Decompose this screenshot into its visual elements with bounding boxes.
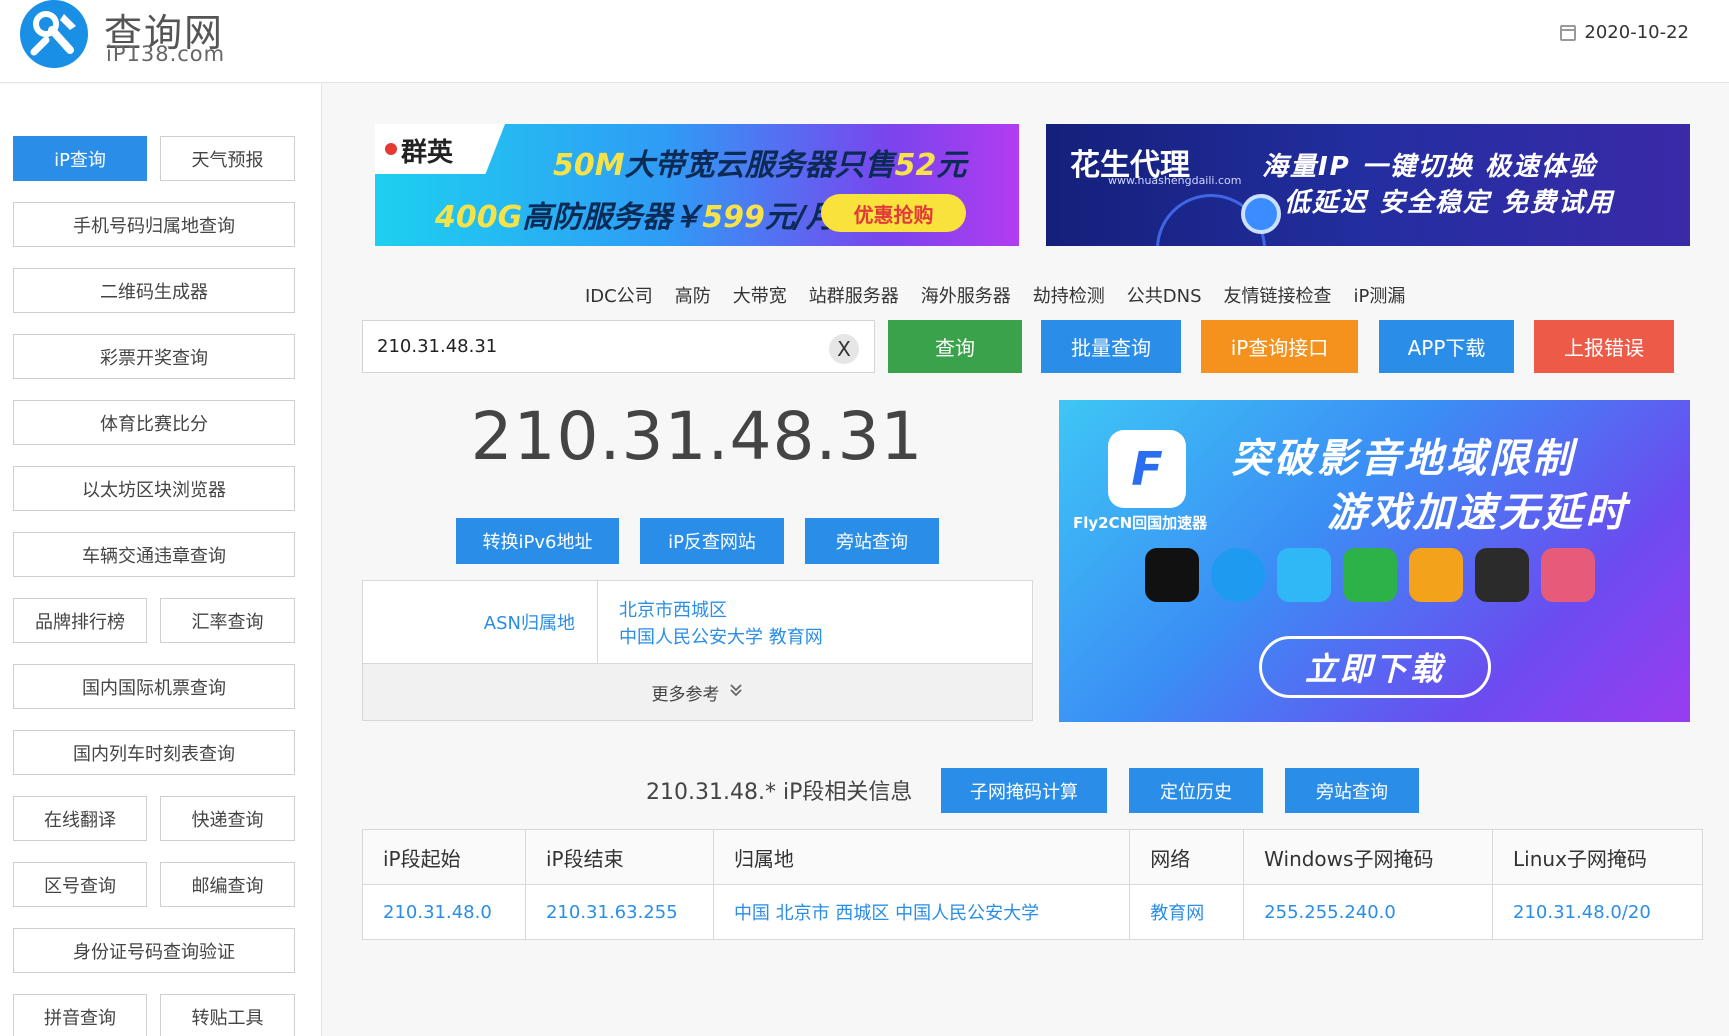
sidebar-item-express[interactable]: 快递查询 [160,796,295,841]
table-header-row: iP段起始 iP段结束 归属地 网络 Windows子网掩码 Linux子网掩码 [362,829,1703,885]
sidebar-item-exchange[interactable]: 汇率查询 [160,598,295,643]
chevron-down-icon [728,682,744,702]
sidebar-item-pinyin[interactable]: 拼音查询 [13,994,147,1036]
qunying-line2: 400G高防服务器￥599元/月 [435,200,836,235]
sidebar-item-zipcode[interactable]: 邮编查询 [160,862,295,907]
qunying-line1: 50M大带宽云服务器只售52元 [553,148,967,183]
header: 查询网 iP138.com 2020-10-22 [0,0,1729,83]
bilibili-icon [1277,548,1331,602]
anime-game-icon [1541,548,1595,602]
sidebar-item-weather[interactable]: 天气预报 [160,136,295,181]
cell-windows-mask[interactable]: 255.255.240.0 [1243,884,1494,940]
game-app-icon [1475,548,1529,602]
ad-banner-qunying[interactable]: 群英 50M大带宽云服务器只售52元 400G高防服务器￥599元/月 优惠抢购 [375,124,1019,246]
video-app-icon [1211,548,1265,602]
cell-ip-start[interactable]: 210.31.48.0 [362,884,526,940]
sidebar: iP查询 天气预报 手机号码归属地查询 二维码生成器 彩票开奖查询 体育比赛比分… [0,84,322,1036]
fly2cn-app-name: Fly2CN回国加速器 [1073,514,1208,532]
sidebar-item-traffic[interactable]: 车辆交通违章查询 [13,532,295,577]
side-site-button[interactable]: 旁站查询 [805,518,939,564]
fly2cn-download-button[interactable]: 立即下载 [1259,636,1491,698]
nav-link-check[interactable]: 友情链接检查 [1224,282,1332,308]
huasheng-url: www.huashengdaili.com [1108,174,1242,187]
batch-query-button[interactable]: 批量查询 [1041,320,1181,373]
fly2cn-line1: 突破影音地域限制 [1231,436,1575,482]
qunying-logo-icon [385,136,397,160]
segment-table: iP段起始 iP段结束 归属地 网络 Windows子网掩码 Linux子网掩码… [362,829,1703,940]
tiktok-icon [1145,548,1199,602]
col-network: 网络 [1129,829,1245,885]
asn-label[interactable]: ASN归属地 [363,581,598,663]
ad-banner-huasheng[interactable]: 花生代理 www.huashengdaili.com 海量IP 一键切换 极速体… [1046,124,1690,246]
sidebar-item-trains[interactable]: 国内列车时刻表查询 [13,730,295,775]
query-button[interactable]: 查询 [888,320,1022,373]
sidebar-item-phone[interactable]: 手机号码归属地查询 [13,202,295,247]
qunying-cta-button[interactable]: 优惠抢购 [821,194,966,232]
result-ip: 210.31.48.31 [470,398,924,475]
sidebar-item-ip-query[interactable]: iP查询 [13,136,147,181]
col-ip-start: iP段起始 [362,829,526,885]
sidebar-item-translate[interactable]: 在线翻译 [13,796,147,841]
search-box: X [362,320,875,373]
logo-tools-icon[interactable] [20,0,88,68]
report-error-button[interactable]: 上报错误 [1534,320,1674,373]
app-download-button[interactable]: APP下载 [1379,320,1514,373]
segment-side-site-button[interactable]: 旁站查询 [1285,768,1419,813]
location-history-button[interactable]: 定位历史 [1129,768,1263,813]
nav-overseas-server[interactable]: 海外服务器 [921,282,1011,308]
sidebar-item-areacode[interactable]: 区号查询 [13,862,147,907]
sidebar-item-idcard[interactable]: 身份证号码查询验证 [13,928,295,973]
nav-ip-leak[interactable]: iP测漏 [1354,282,1406,308]
ip-search-input[interactable] [377,321,817,372]
sidebar-item-sports[interactable]: 体育比赛比分 [13,400,295,445]
nav-hijack-check[interactable]: 劫持检测 [1033,282,1105,308]
huasheng-knob-icon [1241,194,1281,234]
fly2cn-logo-icon: F [1108,430,1186,508]
col-linux-mask: Linux子网掩码 [1492,829,1703,885]
clear-icon[interactable]: X [829,334,859,364]
subnet-calc-button[interactable]: 子网掩码计算 [941,768,1107,813]
nav-bandwidth[interactable]: 大带宽 [733,282,787,308]
col-windows-mask: Windows子网掩码 [1243,829,1494,885]
col-location: 归属地 [712,829,1131,885]
nav-idc[interactable]: IDC公司 [585,282,653,308]
sidebar-item-ethereum[interactable]: 以太坊区块浏览器 [13,466,295,511]
date-text: 2020-10-22 [1584,22,1689,43]
iqiyi-icon [1343,548,1397,602]
fly2cn-line2: 游戏加速无延时 [1327,490,1628,536]
sidebar-item-repost[interactable]: 转贴工具 [160,994,295,1036]
date-display: 2020-10-22 [1560,22,1689,43]
col-ip-end: iP段结束 [524,829,714,885]
ip-api-button[interactable]: iP查询接口 [1201,320,1358,373]
cell-linux-mask[interactable]: 210.31.48.0/20 [1492,884,1703,940]
huasheng-line2: 低延迟 安全稳定 免费试用 [1284,188,1615,218]
nav-public-dns[interactable]: 公共DNS [1127,282,1202,308]
youku-icon [1409,548,1463,602]
top-nav: IDC公司 高防 大带宽 站群服务器 海外服务器 劫持检测 公共DNS 友情链接… [585,282,1405,308]
logo-domain[interactable]: iP138.com [106,42,225,66]
sidebar-item-brand[interactable]: 品牌排行榜 [13,598,147,643]
asn-info-box: ASN归属地 北京市西城区 中国人民公安大学 教育网 更多参考 [362,580,1033,721]
asn-location[interactable]: 北京市西城区 [619,597,823,624]
nav-ddos[interactable]: 高防 [675,282,711,308]
cell-network[interactable]: 教育网 [1129,884,1245,940]
sidebar-item-qrcode[interactable]: 二维码生成器 [13,268,295,313]
sidebar-item-flights[interactable]: 国内国际机票查询 [13,664,295,709]
sidebar-item-lottery[interactable]: 彩票开奖查询 [13,334,295,379]
segment-title: 210.31.48.* iP段相关信息 [646,780,913,805]
asn-value: 北京市西城区 中国人民公安大学 教育网 [619,597,823,651]
cell-location[interactable]: 中国 北京市 西城区 中国人民公安大学 [712,884,1131,940]
convert-ipv6-button[interactable]: 转换iPv6地址 [456,518,619,564]
more-reference-label: 更多参考 [651,684,720,705]
calendar-icon [1560,24,1577,41]
qunying-logo: 群英 [375,124,505,174]
table-row: 210.31.48.0 210.31.63.255 中国 北京市 西城区 中国人… [362,884,1703,940]
asn-org[interactable]: 中国人民公安大学 教育网 [619,624,823,651]
more-reference-toggle[interactable]: 更多参考 [363,663,1032,720]
reverse-ip-button[interactable]: iP反查网站 [640,518,784,564]
huasheng-line1: 海量IP 一键切换 极速体验 [1262,152,1597,182]
ad-banner-fly2cn[interactable]: F Fly2CN回国加速器 突破影音地域限制 游戏加速无延时 立即下载 [1059,400,1690,722]
nav-cluster-server[interactable]: 站群服务器 [809,282,899,308]
cell-ip-end[interactable]: 210.31.63.255 [524,884,714,940]
